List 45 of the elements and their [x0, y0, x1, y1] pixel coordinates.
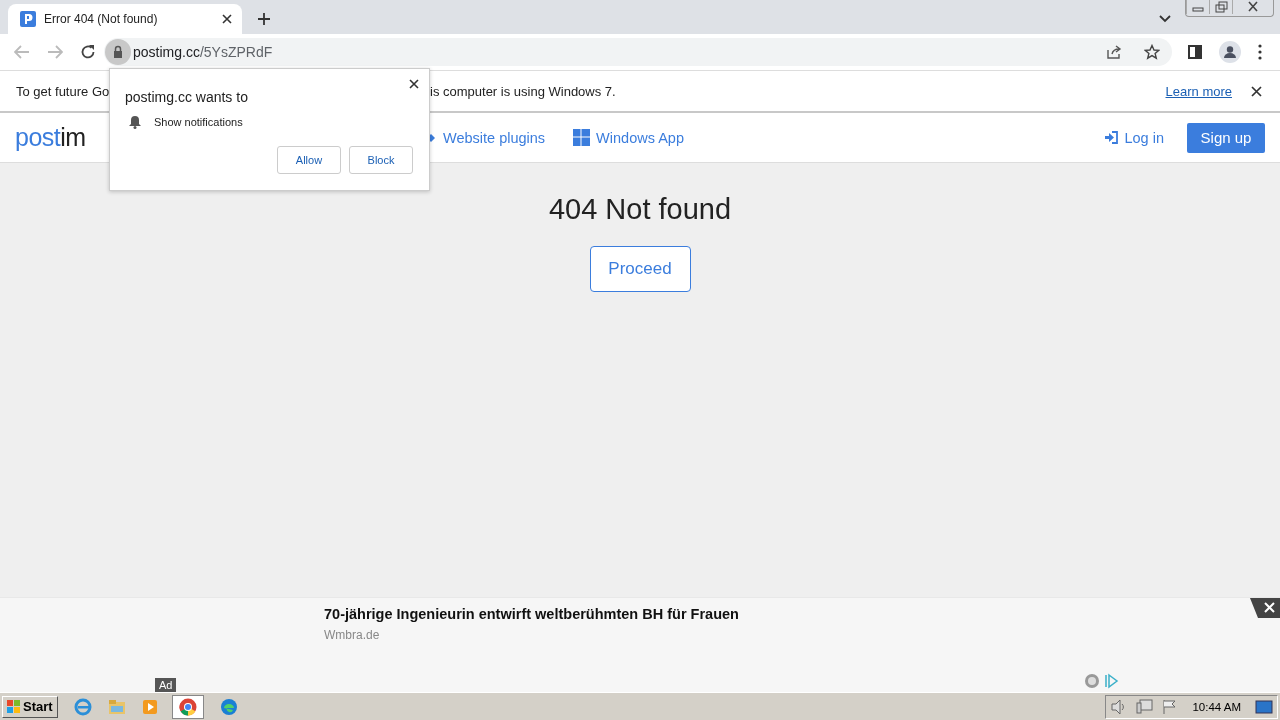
signup-button[interactable]: Sign up	[1187, 122, 1265, 153]
side-panel-icon[interactable]	[1188, 45, 1202, 59]
chrome-taskbar-button[interactable]	[171, 694, 204, 719]
popup-title: postimg.cc wants to	[125, 89, 248, 105]
ad-label: Ad	[155, 678, 177, 692]
sign-in-icon	[1104, 131, 1119, 144]
windows-flag-icon	[7, 699, 21, 714]
infobar-text: To get future Go	[16, 83, 110, 99]
permission-text: Show notifications	[154, 116, 243, 128]
learn-more-link[interactable]: Learn more	[1165, 83, 1232, 99]
site-favicon	[20, 11, 36, 27]
ad-source: Wmbra.de	[324, 628, 381, 642]
chevron-down-icon[interactable]	[1159, 15, 1171, 23]
url-text: postimg.cc/5YsZPRdF	[133, 44, 273, 60]
popup-button[interactable]: Block	[349, 146, 413, 174]
ad-headline[interactable]: 70-jährige Ingenieurin entwirft weltberühmten BH für Frauen	[324, 606, 739, 622]
tab-title: Error 404 (Not found)	[44, 12, 159, 26]
show-desktop-icon[interactable]	[1255, 699, 1273, 714]
popup-button[interactable]: Allow	[277, 146, 341, 174]
new-tab-icon[interactable]	[258, 13, 270, 25]
clock-text: 10:44 AM	[1192, 700, 1241, 713]
network-icon[interactable]	[1136, 698, 1155, 715]
chrome-icon	[178, 697, 197, 716]
proceed-button[interactable]: Proceed	[589, 246, 691, 292]
nav-link[interactable]: Windows App	[573, 129, 684, 146]
bell-icon	[129, 115, 141, 129]
address-bar[interactable]: postimg.cc/5YsZPRdF	[104, 38, 1172, 66]
error-heading: 404 Not found	[548, 193, 732, 226]
close-icon[interactable]	[1250, 598, 1280, 618]
windows-logo-icon	[573, 129, 591, 146]
browser-tab[interactable]: Error 404 (Not found)	[8, 4, 242, 34]
profile-avatar-icon[interactable]	[1219, 41, 1241, 63]
star-icon[interactable]	[1144, 44, 1160, 60]
lock-icon[interactable]	[103, 39, 133, 65]
ad-choices-icon[interactable]	[1084, 673, 1120, 689]
share-icon[interactable]	[1106, 44, 1122, 60]
infobar-text: is computer is using Windows 7.	[430, 83, 616, 99]
close-icon[interactable]	[409, 79, 419, 89]
close-icon[interactable]	[1251, 85, 1262, 97]
start-button[interactable]: Start	[2, 695, 58, 718]
menu-icon[interactable]	[1258, 44, 1262, 60]
login-link[interactable]: Log in	[1104, 129, 1164, 146]
edge-icon[interactable]	[219, 697, 238, 716]
close-icon[interactable]	[222, 14, 232, 24]
reload-icon[interactable]	[80, 44, 96, 60]
